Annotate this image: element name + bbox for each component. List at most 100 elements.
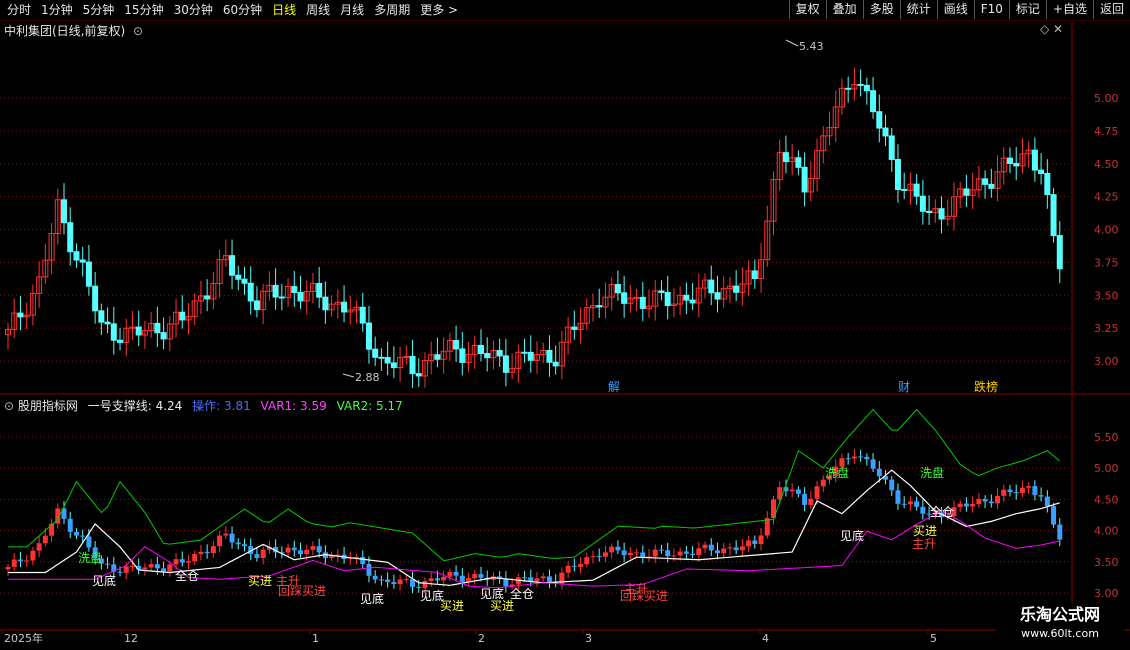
indicator-candle-body (602, 552, 608, 557)
indicator-candle-body (658, 549, 664, 551)
date-tick-label: 2025年 (4, 631, 43, 645)
indicator-candle-body (304, 549, 310, 555)
candle-body (882, 127, 889, 137)
statistics-button[interactable]: 统计 (899, 0, 937, 19)
indicator-candle-body (55, 508, 61, 524)
diamond-icon[interactable]: ◇ ✕ (1040, 22, 1063, 36)
indicator-candle-body (696, 548, 702, 555)
indicator-candle-body (540, 576, 546, 579)
high-price-pointer (785, 39, 799, 47)
indicator-candle-body (889, 479, 895, 491)
candle-body (782, 152, 789, 163)
candle-body (814, 150, 821, 179)
tab-period-1min[interactable]: 1分钟 (36, 2, 78, 18)
date-tick-label: 4 (762, 632, 769, 645)
indicator-candle-body (995, 495, 1001, 504)
indicator-candle-body (459, 575, 465, 582)
candle-body (901, 188, 908, 191)
candle-body (764, 220, 771, 261)
candle-body (652, 290, 659, 307)
back-button[interactable]: 返回 (1092, 0, 1130, 19)
indicator-candle-body (410, 579, 416, 587)
signal-label: 见底 (420, 588, 444, 603)
candle-body (260, 290, 267, 311)
event-marker: 财 (898, 380, 910, 394)
chevron-down-icon[interactable]: ⊙ (4, 399, 14, 413)
indicator-candle-body (310, 546, 316, 550)
indicator-candle-body (484, 577, 490, 580)
mark-button[interactable]: 标记 (1008, 0, 1046, 19)
indicator-candle-body (434, 578, 440, 581)
tab-period-5min[interactable]: 5分钟 (78, 2, 120, 18)
var1-value: VAR1: 3.59 (260, 399, 327, 413)
indicator-candle-body (335, 554, 341, 556)
indicator-candle-body (453, 571, 459, 576)
candle-body (403, 355, 410, 359)
candle-body (689, 299, 696, 304)
price-tick-label: 5.00 (1094, 92, 1119, 105)
candle-body (229, 255, 236, 276)
candle-body (851, 83, 858, 90)
price-tick-label: 3.25 (1094, 322, 1119, 335)
indicator-candle-body (783, 487, 789, 492)
candle-body (415, 373, 422, 377)
candle-body (48, 233, 55, 261)
action-buttons: 复权 叠加 多股 统计 画线 F10 标记 +自选 返回 (788, 0, 1130, 19)
indicator-candle-body (746, 540, 752, 547)
candle-body (1019, 153, 1026, 167)
candle-body (73, 251, 80, 261)
signal-label: 见底 (480, 586, 504, 601)
multi-stock-button[interactable]: 多股 (862, 0, 900, 19)
indicator-candle-body (360, 556, 366, 565)
indicator-candle-body (876, 468, 882, 477)
indicator-candle-body (596, 556, 602, 558)
f10-button[interactable]: F10 (973, 0, 1009, 19)
add-watchlist-button[interactable]: +自选 (1045, 0, 1093, 19)
indicator-candle-body (329, 555, 335, 559)
candle-body (29, 292, 36, 316)
indicator-candle-body (827, 475, 833, 480)
indicator-candle-body (714, 550, 720, 554)
tab-period-30min[interactable]: 30分钟 (169, 2, 218, 18)
overlay-button[interactable]: 叠加 (825, 0, 863, 19)
draw-line-button[interactable]: 画线 (936, 0, 974, 19)
watermark-url: www.60lt.com (1021, 627, 1099, 640)
candle-body (621, 292, 628, 304)
tab-period-multi[interactable]: 多周期 (369, 2, 415, 18)
tab-period-60min[interactable]: 60分钟 (218, 2, 267, 18)
indicator-tick-label: 3.50 (1094, 556, 1119, 569)
candle-body (801, 166, 808, 193)
indicator-candle-body (98, 558, 104, 564)
chevron-down-icon[interactable]: ⊙ (133, 24, 143, 38)
candle-body (552, 361, 559, 367)
candle-body (241, 278, 248, 284)
candle-body (751, 270, 758, 280)
price-tick-label: 4.75 (1094, 125, 1119, 138)
indicator-candle-body (988, 501, 994, 504)
candle-body (944, 215, 951, 220)
price-tick-label: 4.00 (1094, 224, 1119, 237)
candle-body (932, 208, 939, 214)
candle-body (838, 87, 845, 108)
tab-period-monthly[interactable]: 月线 (335, 2, 369, 18)
tab-period-15min[interactable]: 15分钟 (119, 2, 168, 18)
indicator-candle-body (466, 578, 472, 582)
candle-body (247, 282, 254, 302)
candle-body (5, 328, 11, 336)
candle-body (870, 90, 877, 113)
indicator-candle-body (273, 547, 279, 553)
signal-label: 回踩买进 (620, 589, 668, 603)
tab-period-fenshi[interactable]: 分时 (2, 2, 36, 18)
candle-body (739, 283, 746, 293)
candle-body (440, 350, 447, 360)
indicator-candle-body (397, 579, 403, 585)
tab-period-weekly[interactable]: 周线 (301, 2, 335, 18)
indicator-candle-body (802, 493, 808, 505)
restore-rights-button[interactable]: 复权 (788, 0, 826, 19)
tab-period-more[interactable]: 更多 > (415, 2, 463, 18)
candle-body (515, 351, 522, 369)
period-toolbar: 分时 1分钟 5分钟 15分钟 30分钟 60分钟 日线 周线 月线 多周期 更… (0, 0, 1130, 21)
tab-period-daily[interactable]: 日线 (267, 2, 301, 18)
indicator-candle-body (627, 552, 633, 556)
indicator-candle-body (5, 566, 11, 570)
